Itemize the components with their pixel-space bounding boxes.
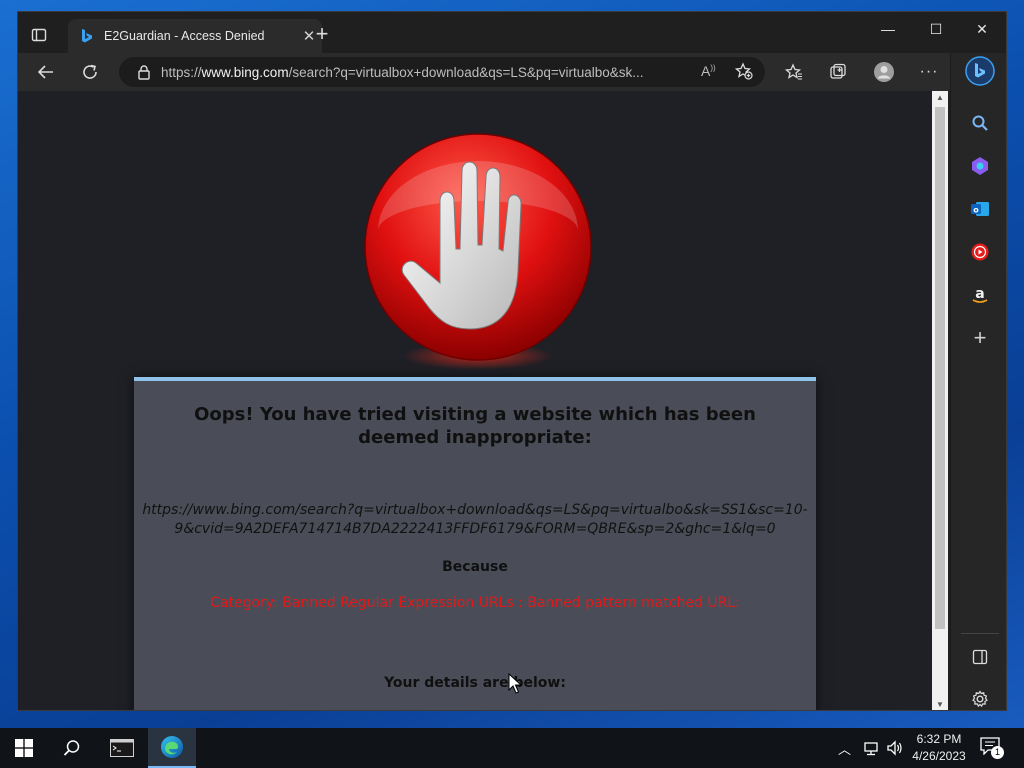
stop-hand-image [358,121,598,371]
new-tab-button[interactable]: + [310,23,334,46]
tab-bar: E2Guardian - Access Denied ✕ + — ☐ ✕ [18,12,1006,53]
favorites-button[interactable] [780,59,808,85]
block-message-card: Oops! You have tried visiting a website … [134,377,816,710]
svg-text:o: o [973,206,979,215]
command-prompt-icon [110,739,134,757]
url-path: /search?q=virtualbox+download&qs=LS&pq=v… [288,64,644,80]
page-scrollbar[interactable]: ▲ ▼ [932,91,948,710]
page-content: Oops! You have tried visiting a website … [18,91,934,710]
details-label: Your details are below: [384,675,566,691]
favorites-icon [785,63,802,80]
tab-actions-icon [31,28,47,42]
lock-icon[interactable] [137,64,151,80]
volume-icon[interactable] [886,739,904,757]
amazon-icon: a [972,286,988,303]
network-icon[interactable] [862,740,880,756]
settings-more-button[interactable]: ··· [915,59,943,85]
search-icon [63,740,80,756]
discover-sidebar-button[interactable] [967,153,993,179]
clock-time[interactable]: 6:32 PM [910,732,968,746]
block-reason: Category: Banned Regular Expression URLs… [210,595,740,611]
maximize-button[interactable]: ☐ [913,21,959,47]
windows-logo-icon [15,739,33,757]
profile-avatar-icon [874,62,894,82]
collections-icon [830,63,846,79]
taskbar-terminal-button[interactable] [98,728,146,768]
tray-overflow-chevron-icon[interactable]: ︿ [838,739,851,758]
bing-favicon-icon [82,29,92,43]
toolbar: https://www.bing.com/search?q=virtualbox… [18,53,1006,91]
plus-icon: + [973,325,987,350]
collections-button[interactable] [824,59,852,85]
because-label: Because [442,559,508,575]
clock-date[interactable]: 4/26/2023 [910,749,968,763]
hide-sidebar-button[interactable] [967,644,993,670]
blocked-url: https://www.bing.com/search?q=virtualbox… [142,502,808,537]
refresh-icon [83,64,97,79]
scroll-thumb[interactable] [935,107,945,629]
notification-count-badge: 1 [991,746,1004,759]
taskbar: ︿ 6:32 PM 4/26/2023 1 [0,728,1024,768]
add-favorite-icon[interactable] [734,62,753,85]
tab-actions-button[interactable] [28,24,50,46]
url-text[interactable]: https://www.bing.com/search?q=virtualbox… [161,65,681,80]
address-bar[interactable]: https://www.bing.com/search?q=virtualbox… [119,57,765,87]
tab-active[interactable]: E2Guardian - Access Denied ✕ [68,19,322,53]
profile-button[interactable] [870,59,898,85]
sidebar-panel-icon [972,649,988,665]
discover-icon [972,157,988,175]
bing-chat-button[interactable] [964,55,996,87]
browser-window: E2Guardian - Access Denied ✕ + — ☐ ✕ htt… [17,11,1007,711]
scroll-down-arrow-icon[interactable]: ▼ [932,698,948,710]
read-aloud-icon[interactable]: A)) [701,63,716,79]
stop-hand-icon [364,133,592,370]
url-host: www.bing.com [201,64,289,80]
outlook-icon: o [971,202,989,216]
close-window-button[interactable]: ✕ [959,21,1005,47]
outlook-sidebar-button[interactable]: o [967,196,993,222]
notifications-button[interactable]: 1 [980,737,1004,759]
mouse-cursor-icon [508,673,522,694]
taskbar-search-button[interactable] [48,728,96,768]
search-sidebar-button[interactable] [967,110,993,136]
refresh-button[interactable] [76,59,104,85]
bing-chat-icon [965,56,995,86]
youtube-play-icon [971,243,989,261]
edge-browser-icon [161,736,183,758]
back-arrow-icon [37,65,53,79]
svg-text:a: a [975,286,984,302]
scroll-up-arrow-icon[interactable]: ▲ [932,91,948,105]
gear-icon [972,690,988,708]
url-prefix: https:// [161,64,202,80]
minimize-button[interactable]: — [865,21,911,47]
add-sidebar-app-button[interactable]: + [967,325,993,351]
amazon-sidebar-button[interactable]: a [967,282,993,308]
taskbar-edge-button[interactable] [148,728,196,768]
edge-sidebar: o a + [950,53,1006,710]
sidebar-settings-button[interactable] [967,686,993,710]
more-dots-icon: ··· [919,63,939,80]
sidebar-divider [961,633,999,634]
youtube-sidebar-button[interactable] [967,239,993,265]
start-button[interactable] [0,728,48,768]
back-button[interactable] [32,59,60,85]
block-heading: Oops! You have tried visiting a website … [194,404,756,448]
search-icon [972,115,988,131]
tab-title: E2Guardian - Access Denied [104,29,265,43]
